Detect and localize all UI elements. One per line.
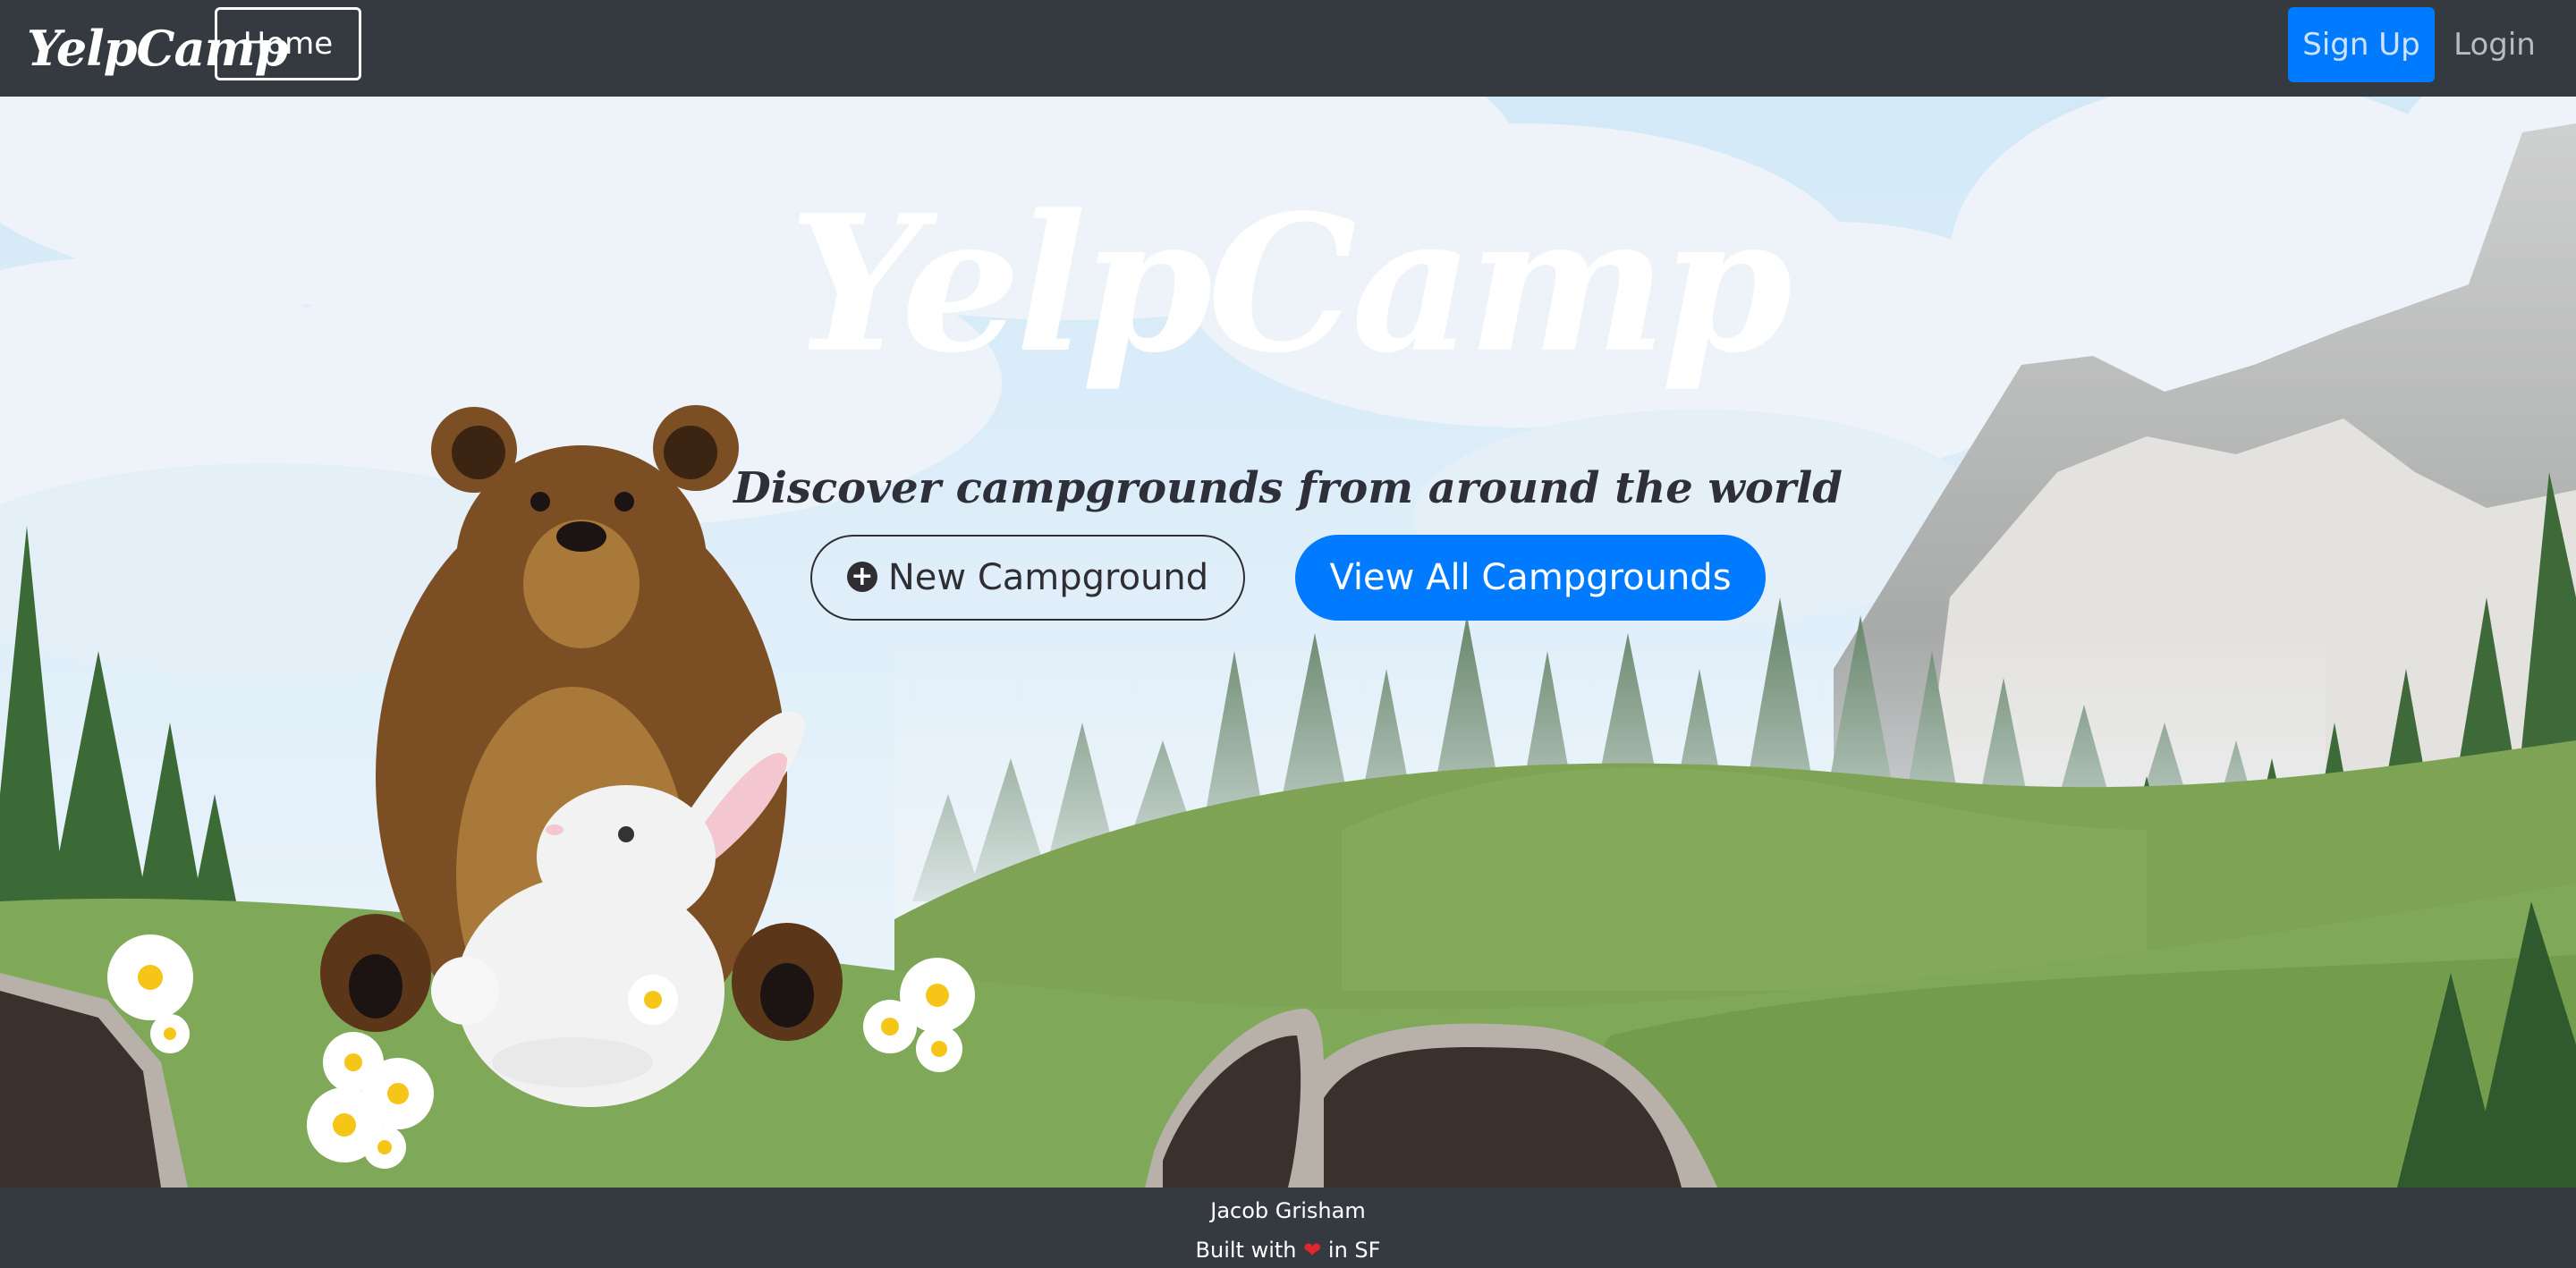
footer-built-prefix: Built with xyxy=(1195,1238,1297,1263)
new-campground-button[interactable]: + New Campground xyxy=(810,535,1245,621)
navbar: YelpCamp Home Sign Up Login xyxy=(0,0,2576,97)
footer-credit: Built with ❤ in SF xyxy=(0,1236,2576,1264)
hero-tagline: Discover campgrounds from around the wor… xyxy=(733,463,1843,513)
hero-section: YelpCamp Discover campgrounds from aroun… xyxy=(0,97,2576,1188)
signup-button[interactable]: Sign Up xyxy=(2288,7,2435,82)
new-campground-label: New Campground xyxy=(887,557,1209,598)
heart-icon: ❤ xyxy=(1303,1238,1322,1263)
login-link[interactable]: Login xyxy=(2445,7,2544,82)
hero-title: YelpCamp xyxy=(788,173,1792,394)
home-button[interactable]: Home xyxy=(215,7,361,80)
view-all-campgrounds-button[interactable]: View All Campgrounds xyxy=(1295,535,1766,621)
plus-circle-icon: + xyxy=(846,562,877,592)
footer: Jacob Grisham Built with ❤ in SF xyxy=(0,1188,2576,1268)
footer-built-suffix: in SF xyxy=(1327,1238,1381,1263)
footer-author: Jacob Grisham xyxy=(1210,1198,1366,1223)
